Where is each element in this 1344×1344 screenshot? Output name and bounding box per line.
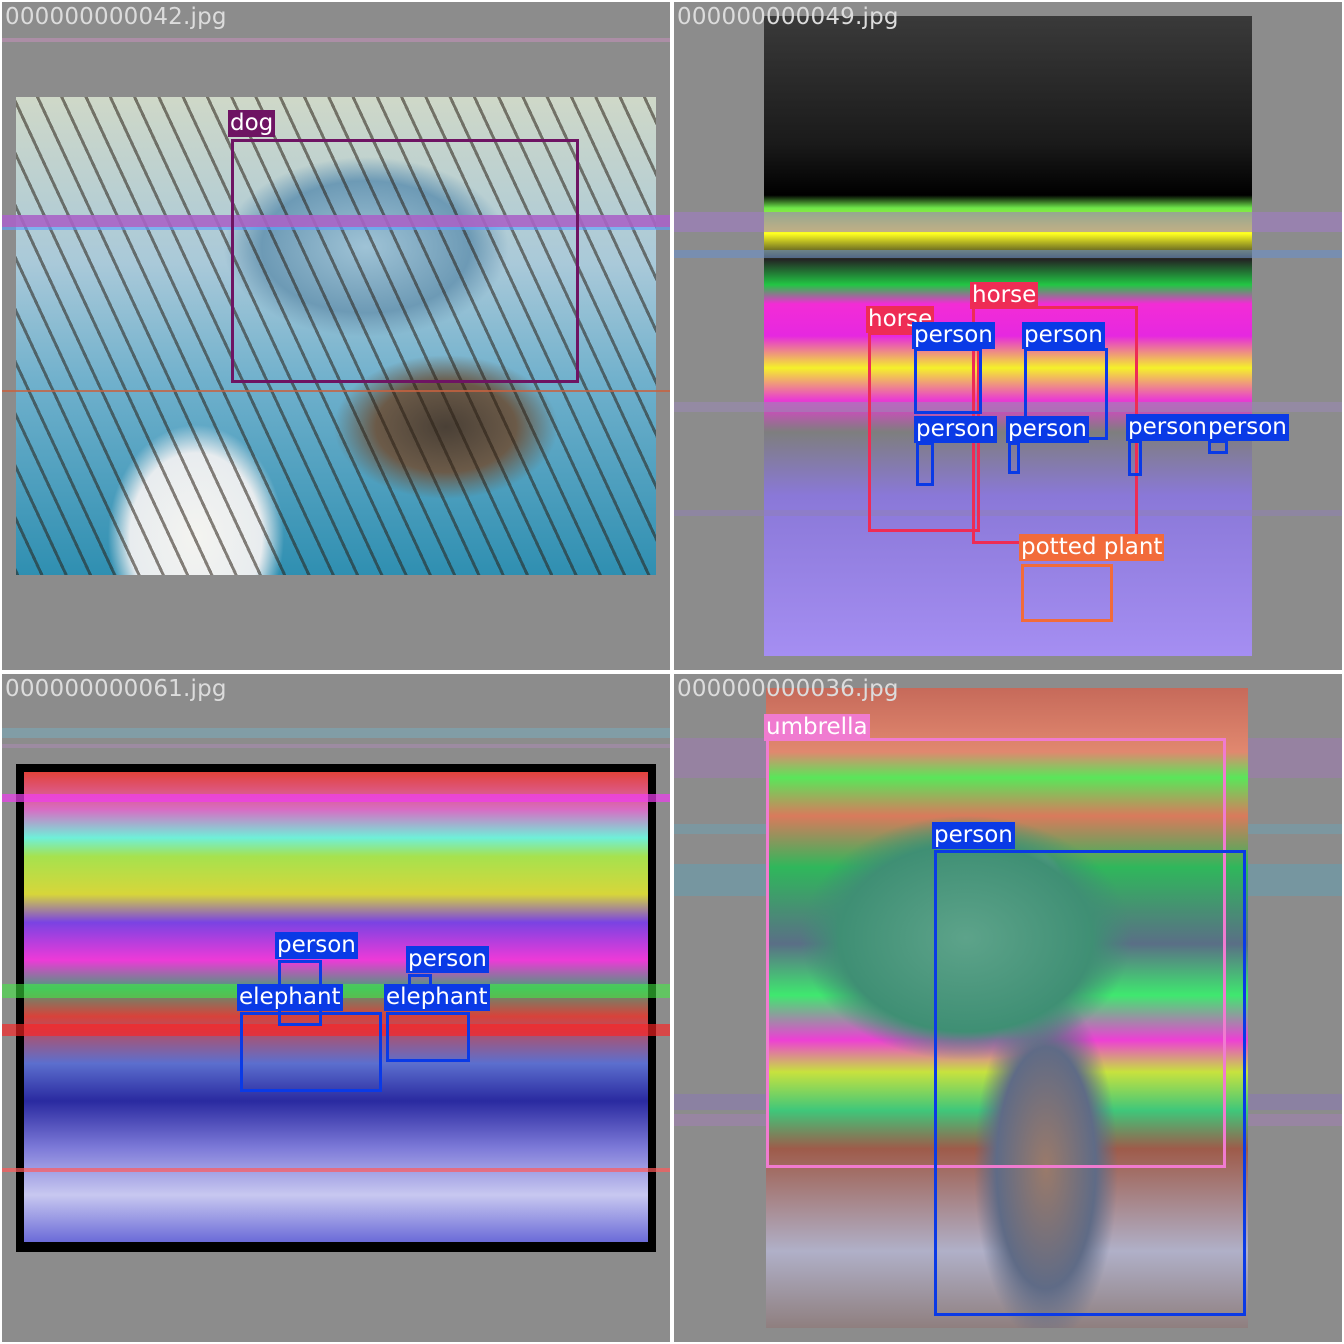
label-potted-plant: potted plant [1019,534,1165,561]
bbox-dog [231,139,579,383]
filename-label: 000000000061.jpg [5,676,227,702]
bbox-person [1208,440,1228,454]
label-horse: horse [970,282,1039,309]
label-person: person [1206,414,1289,441]
label-person: person [1126,414,1209,441]
label-elephant: elephant [237,984,343,1011]
label-person: person [914,416,997,443]
filename-label: 000000000049.jpg [677,4,899,30]
panel-000000000042: dog 000000000042.jpg [2,2,670,670]
label-person: person [406,946,489,973]
bbox-person [1128,440,1142,476]
image-grid: dog 000000000042.jpg horse horse person … [0,0,1344,1344]
label-person: person [912,322,995,349]
panel-000000000061: person person elephant elephant 00000000… [2,674,670,1342]
bbox-person [914,348,982,414]
label-person: person [275,932,358,959]
bbox-potted-plant [1021,564,1113,622]
label-person: person [932,822,1015,849]
bbox-elephant [240,1012,382,1092]
panel-000000000036: umbrella person 000000000036.jpg [674,674,1342,1342]
bbox-person [1008,442,1020,474]
filename-label: 000000000042.jpg [5,4,227,30]
bbox-elephant [386,1012,470,1062]
label-umbrella: umbrella [764,714,870,741]
bbox-person [934,850,1246,1316]
filename-label: 000000000036.jpg [677,676,899,702]
bbox-person [916,442,934,486]
panel-000000000049: horse horse person person person person … [674,2,1342,670]
label-person: person [1006,416,1089,443]
label-dog: dog [228,110,276,137]
label-elephant: elephant [384,984,490,1011]
label-person: person [1022,322,1105,349]
